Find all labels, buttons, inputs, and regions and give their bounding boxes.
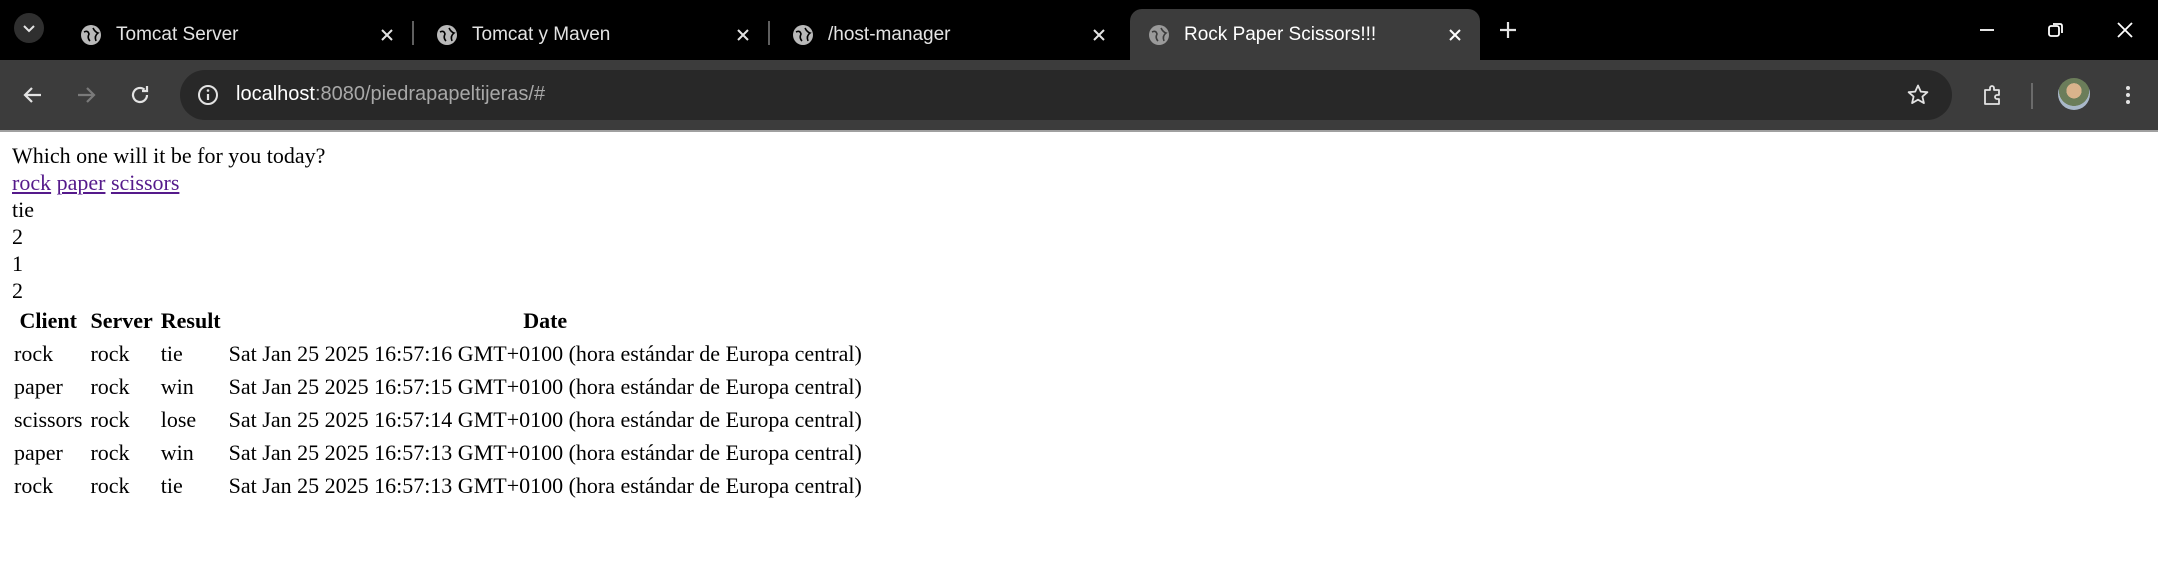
- choice-paper-link[interactable]: paper: [57, 170, 106, 195]
- close-icon: [381, 28, 393, 41]
- cell-client: paper: [14, 374, 63, 399]
- new-tab-button[interactable]: [1492, 14, 1524, 46]
- cell-date: Sat Jan 25 2025 16:57:13 GMT+0100 (hora …: [228, 440, 862, 465]
- table-row: scissors rock lose Sat Jan 25 2025 16:57…: [12, 403, 864, 436]
- tab-rock-paper-scissors[interactable]: Rock Paper Scissors!!!: [1130, 9, 1480, 60]
- menu-button[interactable]: [2110, 77, 2146, 113]
- header-date: Date: [523, 308, 568, 333]
- forward-arrow-icon: [78, 87, 96, 103]
- toolbar-divider: [2031, 83, 2033, 109]
- globe-icon: [1149, 24, 1169, 45]
- bookmark-button[interactable]: [1902, 79, 1934, 111]
- tab-close-button[interactable]: [1084, 20, 1114, 50]
- cell-result: tie: [160, 341, 183, 366]
- restore-icon: [2048, 23, 2063, 37]
- back-arrow-icon: [23, 87, 41, 103]
- chevron-down-icon: [23, 25, 35, 33]
- cell-date: Sat Jan 25 2025 16:57:16 GMT+0100 (hora …: [228, 341, 862, 366]
- star-icon: [1907, 84, 1929, 104]
- url-path: :8080/piedrapapeltijeras/#: [314, 83, 546, 105]
- prompt-text: Which one will it be for you today?: [12, 143, 326, 168]
- cell-result: lose: [160, 407, 197, 432]
- choice-rock-link[interactable]: rock: [12, 170, 51, 195]
- close-icon: [1449, 28, 1461, 41]
- extensions-button[interactable]: [1975, 77, 2011, 113]
- profile-avatar[interactable]: [2058, 78, 2090, 110]
- globe-icon: [437, 24, 457, 45]
- minimize-icon: [1980, 29, 1994, 31]
- tab-separator: [412, 21, 414, 45]
- tab-close-button[interactable]: [1440, 20, 1470, 50]
- stat-value: 2: [12, 278, 23, 303]
- close-window-button[interactable]: [2102, 10, 2148, 50]
- choice-links: rock paper scissors: [12, 169, 868, 196]
- cell-date: Sat Jan 25 2025 16:57:13 GMT+0100 (hora …: [228, 473, 862, 498]
- tab-title: Tomcat y Maven: [472, 23, 611, 45]
- cell-client: rock: [14, 473, 54, 498]
- cell-result: tie: [160, 473, 183, 498]
- tab-close-button[interactable]: [372, 20, 402, 50]
- cell-server: rock: [90, 374, 130, 399]
- cell-client: rock: [14, 341, 54, 366]
- tab-host-manager[interactable]: /host-manager: [774, 9, 1124, 60]
- tab-strip: Tomcat Server Tomcat y Maven /host-manag…: [0, 0, 2158, 60]
- stat-value: 1: [12, 251, 23, 276]
- site-info-button[interactable]: [192, 79, 224, 111]
- header-client: Client: [19, 308, 77, 333]
- restore-button[interactable]: [2033, 10, 2079, 50]
- result-text: tie: [12, 197, 34, 222]
- url-host: localhost: [236, 83, 315, 105]
- forward-button[interactable]: [68, 77, 104, 113]
- plus-icon: [1500, 22, 1516, 38]
- tab-tomcat-server[interactable]: Tomcat Server: [62, 9, 412, 60]
- table-header-row: Client Server Result Date: [12, 304, 864, 337]
- stat-value: 2: [12, 224, 23, 249]
- header-server: Server: [90, 308, 153, 333]
- close-icon: [1093, 28, 1105, 41]
- close-icon: [2117, 22, 2133, 38]
- info-icon: [198, 85, 218, 105]
- tab-tomcat-y-maven[interactable]: Tomcat y Maven: [418, 9, 768, 60]
- table-row: paper rock win Sat Jan 25 2025 16:57:13 …: [12, 436, 864, 469]
- minimize-button[interactable]: [1964, 10, 2010, 50]
- puzzle-icon: [1984, 85, 2000, 105]
- table-row: rock rock tie Sat Jan 25 2025 16:57:13 G…: [12, 469, 864, 502]
- cell-date: Sat Jan 25 2025 16:57:14 GMT+0100 (hora …: [228, 407, 862, 432]
- tab-close-button[interactable]: [728, 20, 758, 50]
- toolbar-bottom-border: [0, 130, 2158, 132]
- cell-server: rock: [90, 407, 130, 432]
- cell-server: rock: [90, 341, 130, 366]
- history-table: Client Server Result Date rock rock tie …: [8, 304, 868, 502]
- cell-server: rock: [90, 440, 130, 465]
- page-content: Which one will it be for you today? rock…: [12, 142, 868, 502]
- cell-client: paper: [14, 440, 63, 465]
- cell-server: rock: [90, 473, 130, 498]
- reload-button[interactable]: [122, 77, 158, 113]
- cell-result: win: [160, 374, 194, 399]
- tab-title: Tomcat Server: [116, 23, 239, 45]
- address-bar[interactable]: localhost:8080/piedrapapeltijeras/#: [180, 70, 1952, 120]
- globe-icon: [81, 24, 101, 45]
- tab-title: /host-manager: [828, 23, 951, 45]
- table-row: paper rock win Sat Jan 25 2025 16:57:15 …: [12, 370, 864, 403]
- globe-icon: [793, 24, 813, 45]
- cell-client: scissors: [14, 407, 83, 432]
- close-icon: [737, 28, 749, 41]
- tab-search-button[interactable]: [14, 13, 44, 43]
- table-row: rock rock tie Sat Jan 25 2025 16:57:16 G…: [12, 337, 864, 370]
- kebab-menu-icon: [2126, 86, 2130, 104]
- choice-scissors-link[interactable]: scissors: [111, 170, 179, 195]
- header-result: Result: [160, 308, 221, 333]
- tab-separator: [768, 21, 770, 45]
- browser-toolbar: localhost:8080/piedrapapeltijeras/#: [0, 60, 2158, 130]
- reload-icon: [131, 86, 149, 104]
- back-button[interactable]: [15, 77, 51, 113]
- tab-title: Rock Paper Scissors!!!: [1184, 23, 1377, 45]
- cell-date: Sat Jan 25 2025 16:57:15 GMT+0100 (hora …: [228, 374, 862, 399]
- cell-result: win: [160, 440, 194, 465]
- url-text[interactable]: localhost:8080/piedrapapeltijeras/#: [236, 83, 545, 106]
